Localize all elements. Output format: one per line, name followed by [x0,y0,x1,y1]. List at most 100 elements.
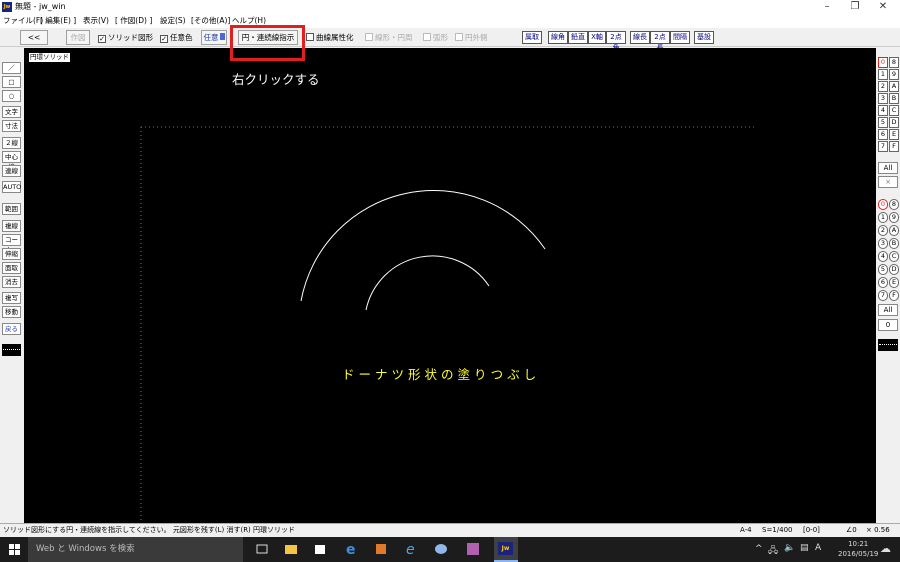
rectangle-tool[interactable]: □ [2,76,21,88]
toolbar-right-button[interactable]: 鉛直 [568,31,588,44]
menu-file[interactable]: ファイル(F) [3,14,43,28]
group-button-f[interactable]: F [889,141,899,152]
cross-icon[interactable]: × [878,176,898,188]
group-button-2[interactable]: 2 [878,81,888,92]
group-all-button[interactable]: All [878,162,898,174]
sakuzu-button[interactable]: 作図 [66,30,90,45]
group-button-d[interactable]: D [889,117,899,128]
layer-button-d[interactable]: D [889,264,899,275]
menu-settings[interactable]: 設定(S) [160,14,186,28]
stretch-tool[interactable]: 伸縮 [2,248,21,260]
group-button-0[interactable]: 0 [878,57,888,68]
group-button-e[interactable]: E [889,129,899,140]
network-icon[interactable]: 🖧 [768,543,778,559]
scale[interactable]: S=1/400 [762,524,792,537]
menu-draw[interactable]: [ 作図(D) ] [115,14,152,28]
toolbar-right-button[interactable]: 間隔 [670,31,690,44]
store-icon[interactable] [312,541,328,557]
layer-button-6[interactable]: 6 [878,277,888,288]
paint-icon[interactable] [433,541,449,557]
angle-status[interactable]: ∠0 [846,524,857,537]
layer-button-4[interactable]: 4 [878,251,888,262]
layer-button-1[interactable]: 1 [878,212,888,223]
group-button-8[interactable]: 8 [889,57,899,68]
double-line-tool[interactable]: ２線 [2,137,21,149]
toolbar-right-button[interactable]: 2点角 [606,31,626,52]
group-button-3[interactable]: 3 [878,93,888,104]
center-line-tool[interactable]: 中心線 [2,151,21,171]
ime-indicator[interactable]: A [815,543,821,553]
line-type-indicator-right[interactable] [878,339,898,351]
layer-button-2[interactable]: 2 [878,225,888,236]
text-tool[interactable]: 文字 [2,106,21,118]
move-tool[interactable]: 移動 [2,306,21,318]
continuous-line-tool[interactable]: 連線 [2,165,21,177]
weather-icon[interactable]: ☁ [880,542,891,555]
windows-start-icon[interactable] [9,544,20,555]
corner-tool[interactable]: コーナー [2,234,21,254]
tray-up-arrow-icon[interactable]: ^ [755,544,763,554]
ninni-color-checkbox[interactable]: ✓ 任意色 [160,31,193,44]
menu-view[interactable]: 表示(V) [83,14,109,28]
toolbar-right-button[interactable]: X軸 [588,31,606,44]
edge-icon[interactable]: e [343,541,359,557]
app-icon[interactable] [465,541,481,557]
curve-attr-checkbox[interactable]: 曲線属性化 [306,31,354,44]
toolbar-right-button[interactable]: 線角 [548,31,568,44]
toolbar-right-button[interactable]: 2点長 [650,31,670,52]
jw-taskbar-button[interactable]: Jw [494,537,518,562]
group-button-b[interactable]: B [889,93,899,104]
group-button-a[interactable]: A [889,81,899,92]
volume-icon[interactable]: 🔈 [784,543,795,553]
layer-button-a[interactable]: A [889,225,899,236]
group-button-4[interactable]: 4 [878,105,888,116]
zoom-status[interactable]: × 0.56 [866,524,890,537]
inner-arc[interactable] [365,255,490,311]
layer-button-3[interactable]: 3 [878,238,888,249]
drawing-canvas[interactable]: 円環ソリッド 右クリックする ドーナツ形状の塗りつぶし [24,48,876,523]
line-circle-checkbox[interactable]: 線形・円周 [365,31,413,44]
menu-edit[interactable]: [ 編集(E) ] [40,14,76,28]
group-button-1[interactable]: 1 [878,69,888,80]
current-layer-indicator[interactable]: 0 [878,319,898,331]
minimize-icon[interactable]: – [813,0,841,14]
layer-button-f[interactable]: F [889,290,899,301]
file-explorer-icon[interactable] [283,541,299,557]
circumference-checkbox[interactable]: 円外側 [455,31,488,44]
parallel-line-tool[interactable]: 複線 [2,220,21,232]
layer-button-b[interactable]: B [889,238,899,249]
chamfer-tool[interactable]: 面取 [2,262,21,274]
layer-button-8[interactable]: 8 [889,199,899,210]
dimension-tool[interactable]: 寸法 [2,120,21,132]
line-tool[interactable]: ／ [2,62,21,74]
paper-size[interactable]: A-4 [740,524,752,537]
notification-icon[interactable]: ▤ [800,543,809,553]
circle-tool[interactable]: ○ [2,90,21,102]
media-icon[interactable] [373,541,389,557]
undo-button[interactable]: 戻る [2,323,21,335]
layer-button-e[interactable]: E [889,277,899,288]
toolbar-right-button[interactable]: 属取 [522,31,542,44]
auto-tool[interactable]: AUTO [2,181,21,193]
line-type-indicator[interactable] [2,344,21,356]
layer-all-button[interactable]: All [878,304,898,316]
copy-tool[interactable]: 複写 [2,292,21,304]
group-button-c[interactable]: C [889,105,899,116]
task-view-icon[interactable] [254,541,270,557]
solid-checkbox[interactable]: ✓ ソリッド図形 [98,31,153,44]
layer-button-9[interactable]: 9 [889,212,899,223]
search-box[interactable]: Web と Windows を検索 [28,537,243,562]
outer-arc[interactable] [300,190,546,302]
toolbar-right-button[interactable]: 線長 [630,31,650,44]
group-button-9[interactable]: 9 [889,69,899,80]
close-icon[interactable]: ✕ [869,0,897,14]
ninni-button[interactable]: 任意 [201,30,227,45]
group-button-6[interactable]: 6 [878,129,888,140]
group-button-5[interactable]: 5 [878,117,888,128]
layer-status[interactable]: [0-0] [803,524,820,537]
ie-icon[interactable]: e [403,541,419,557]
layer-button-7[interactable]: 7 [878,290,888,301]
layer-button-5[interactable]: 5 [878,264,888,275]
layer-button-c[interactable]: C [889,251,899,262]
group-button-7[interactable]: 7 [878,141,888,152]
